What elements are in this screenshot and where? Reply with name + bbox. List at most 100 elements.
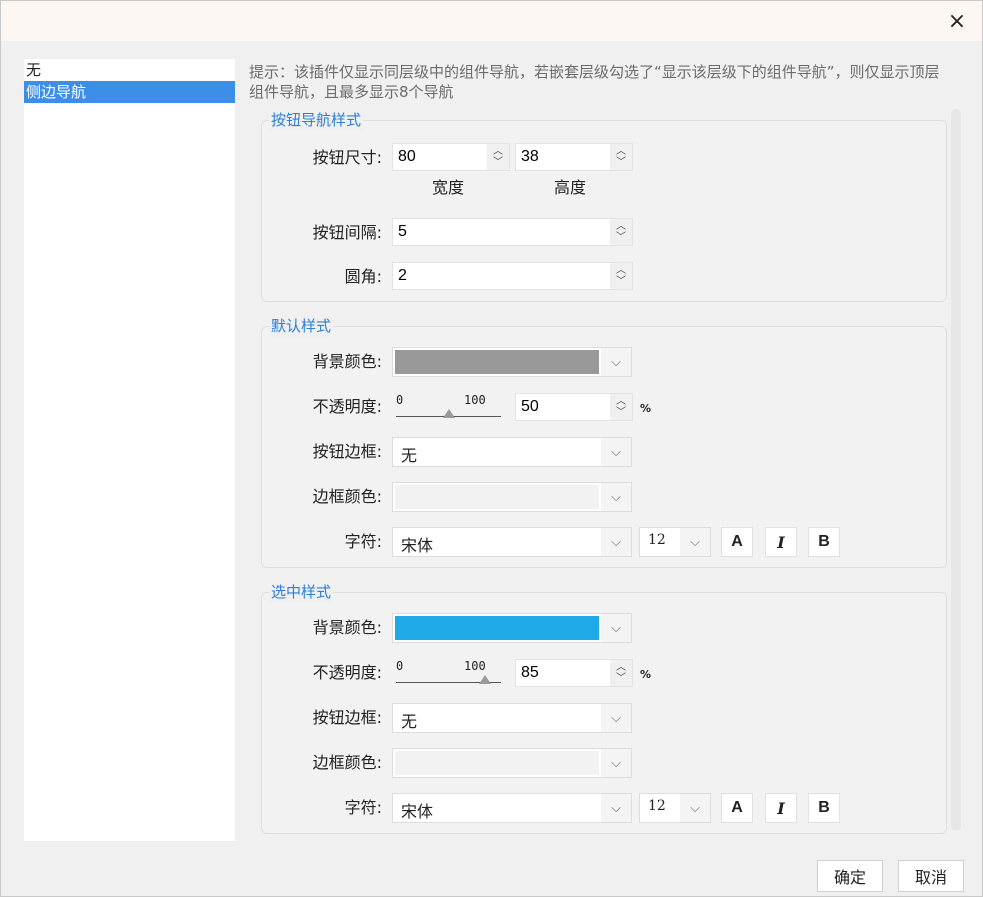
slider-max: 100 xyxy=(464,393,486,407)
border-color-picker[interactable]: ⌵ xyxy=(392,748,632,778)
chevron-up-icon[interactable]: ︿ xyxy=(616,221,626,232)
width-input[interactable] xyxy=(393,144,485,170)
opacity-slider[interactable]: 0 100 xyxy=(396,393,504,425)
chevron-down-icon[interactable]: ﹀ xyxy=(616,157,626,168)
plugin-settings-dialog: × 无 侧边导航 提示：该插件仅显示同层级中的组件导航，若嵌套层级勾选了“显示该… xyxy=(0,0,983,897)
spin-arrows-icon[interactable]: ︿ ﹀ xyxy=(487,144,509,170)
selected-style-group: 选中样式 背景颜色: ⌵ 不透明度: 0 100 ︿ ﹀ % 按钮边框: 无 ⌵… xyxy=(261,581,947,834)
opacity-label: 不透明度: xyxy=(312,663,382,682)
bg-color-picker[interactable]: ⌵ xyxy=(392,613,632,643)
chevron-down-icon[interactable]: ⌵ xyxy=(680,528,710,556)
font-size-select[interactable]: 12 ⌵ xyxy=(639,793,711,823)
font-family-value: 宋体 xyxy=(401,802,434,821)
bold-button[interactable]: B xyxy=(808,527,840,557)
percent-sign: % xyxy=(640,668,652,681)
opacity-label: 不透明度: xyxy=(312,397,382,416)
slider-max: 100 xyxy=(464,659,486,673)
spin-arrows-icon[interactable]: ︿ ﹀ xyxy=(610,394,632,420)
font-family-select[interactable]: 宋体 ⌵ xyxy=(392,527,632,557)
size-label: 按钮尺寸: xyxy=(312,148,382,167)
font-size-select[interactable]: 12 ⌵ xyxy=(639,527,711,557)
spin-arrows-icon[interactable]: ︿ ﹀ xyxy=(610,144,632,170)
chevron-down-icon[interactable]: ⌵ xyxy=(601,749,631,777)
opacity-spinner[interactable]: ︿ ﹀ xyxy=(515,659,633,687)
bg-color-picker[interactable]: ⌵ xyxy=(392,347,632,377)
default-style-group: 默认样式 背景颜色: ⌵ 不透明度: 0 100 ︿ ﹀ % 按钮边框: 无 ⌵… xyxy=(261,315,947,568)
font-family-select[interactable]: 宋体 ⌵ xyxy=(392,793,632,823)
chevron-down-icon[interactable]: ⌵ xyxy=(601,483,631,511)
color-swatch xyxy=(395,350,599,374)
spin-arrows-icon[interactable]: ︿ ﹀ xyxy=(610,263,632,289)
percent-sign: % xyxy=(640,402,652,415)
button-nav-style-group: 按钮导航样式 按钮尺寸: ︿ ﹀ ︿ ﹀ 宽度 高度 按钮间隔: ︿ ﹀ xyxy=(261,109,947,302)
chevron-down-icon[interactable]: ⌵ xyxy=(601,704,631,732)
chevron-down-icon[interactable]: ﹀ xyxy=(616,232,626,243)
font-size-value: 12 xyxy=(648,798,666,814)
font-color-button[interactable]: A xyxy=(721,793,753,823)
width-spinner[interactable]: ︿ ﹀ xyxy=(392,143,510,171)
chevron-down-icon[interactable]: ⌵ xyxy=(680,794,710,822)
slider-min: 0 xyxy=(396,659,404,673)
radius-label: 圆角: xyxy=(344,267,382,286)
border-color-label: 边框颜色: xyxy=(312,487,382,506)
ok-button[interactable]: 确定 xyxy=(817,860,883,892)
border-select[interactable]: 无 ⌵ xyxy=(392,437,632,467)
chevron-up-icon[interactable]: ︿ xyxy=(616,662,626,673)
chevron-down-icon[interactable]: ⌵ xyxy=(601,348,631,376)
opacity-slider[interactable]: 0 100 xyxy=(396,659,504,691)
spacing-input[interactable] xyxy=(393,219,608,245)
border-label: 按钮边框: xyxy=(312,442,382,461)
color-swatch xyxy=(395,616,599,640)
chevron-up-icon[interactable]: ︿ xyxy=(616,146,626,157)
italic-button[interactable]: I xyxy=(765,793,797,823)
chevron-down-icon[interactable]: ﹀ xyxy=(616,407,626,418)
chevron-down-icon[interactable]: ⌵ xyxy=(601,438,631,466)
list-item-none[interactable]: 无 xyxy=(24,59,235,81)
title-bar: × xyxy=(1,1,982,41)
chevron-down-icon[interactable]: ﹀ xyxy=(493,157,503,168)
slider-min: 0 xyxy=(396,393,404,407)
chevron-down-icon[interactable]: ⌵ xyxy=(601,794,631,822)
height-input[interactable] xyxy=(516,144,608,170)
chevron-down-icon[interactable]: ⌵ xyxy=(601,614,631,642)
spin-arrows-icon[interactable]: ︿ ﹀ xyxy=(610,660,632,686)
opacity-input[interactable] xyxy=(516,394,608,420)
group-title: 选中样式 xyxy=(269,581,334,603)
spin-arrows-icon[interactable]: ︿ ﹀ xyxy=(610,219,632,245)
spacing-spinner[interactable]: ︿ ﹀ xyxy=(392,218,633,246)
border-value: 无 xyxy=(401,712,418,731)
chevron-up-icon[interactable]: ︿ xyxy=(616,265,626,276)
spacing-label: 按钮间隔: xyxy=(312,223,382,242)
chevron-up-icon[interactable]: ︿ xyxy=(616,396,626,407)
vertical-scrollbar[interactable] xyxy=(951,109,961,831)
list-item-side-nav[interactable]: 侧边导航 xyxy=(24,81,235,103)
bg-color-label: 背景颜色: xyxy=(312,618,382,637)
border-color-label: 边框颜色: xyxy=(312,753,382,772)
chevron-down-icon[interactable]: ﹀ xyxy=(616,673,626,684)
border-color-picker[interactable]: ⌵ xyxy=(392,482,632,512)
font-size-value: 12 xyxy=(648,532,666,548)
height-spinner[interactable]: ︿ ﹀ xyxy=(515,143,633,171)
group-title: 按钮导航样式 xyxy=(269,109,364,131)
opacity-input[interactable] xyxy=(516,660,608,686)
chevron-down-icon[interactable]: ﹀ xyxy=(616,276,626,287)
color-swatch xyxy=(395,485,599,509)
font-family-value: 宋体 xyxy=(401,536,434,555)
border-select[interactable]: 无 ⌵ xyxy=(392,703,632,733)
hint-text: 提示：该插件仅显示同层级中的组件导航，若嵌套层级勾选了“显示该层级下的组件导航”… xyxy=(249,63,940,101)
border-value: 无 xyxy=(401,446,418,465)
radius-spinner[interactable]: ︿ ﹀ xyxy=(392,262,633,290)
color-swatch xyxy=(395,751,599,775)
chevron-up-icon[interactable]: ︿ xyxy=(493,146,503,157)
opacity-spinner[interactable]: ︿ ﹀ xyxy=(515,393,633,421)
italic-button[interactable]: I xyxy=(765,527,797,557)
slider-thumb[interactable] xyxy=(442,409,455,418)
chevron-down-icon[interactable]: ⌵ xyxy=(601,528,631,556)
radius-input[interactable] xyxy=(393,263,608,289)
cancel-button[interactable]: 取消 xyxy=(898,860,964,892)
font-label: 字符: xyxy=(344,798,382,817)
slider-thumb[interactable] xyxy=(479,675,492,684)
close-icon[interactable]: × xyxy=(942,7,972,35)
bold-button[interactable]: B xyxy=(808,793,840,823)
font-color-button[interactable]: A xyxy=(721,527,753,557)
